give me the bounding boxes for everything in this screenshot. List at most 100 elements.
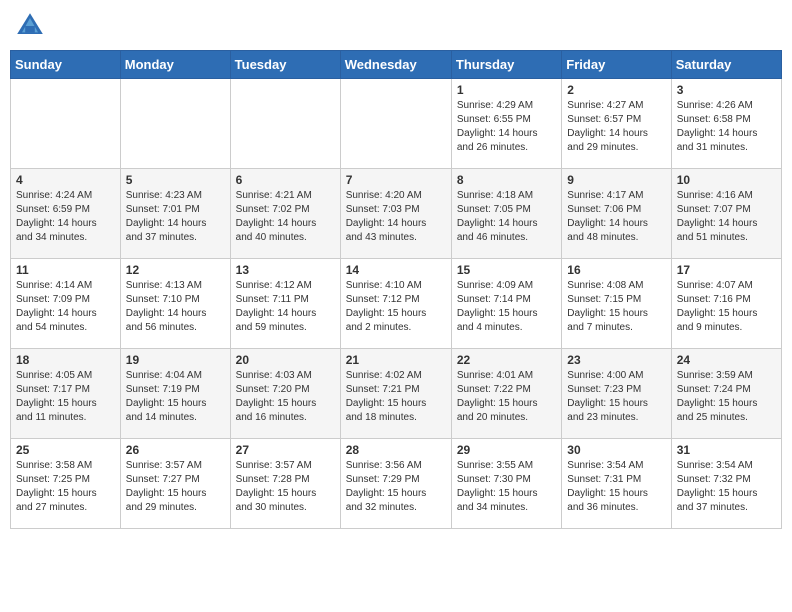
day-cell-8: 8 Sunrise: 4:18 AM Sunset: 7:05 PM Daylig… <box>451 169 561 259</box>
day-number: 22 <box>457 353 556 367</box>
day-number: 24 <box>677 353 776 367</box>
day-info: Sunrise: 4:03 AM Sunset: 7:20 PM Dayligh… <box>236 369 335 425</box>
day-number: 26 <box>126 443 225 457</box>
week-row-5: 25 Sunrise: 3:58 AM Sunset: 7:25 PM Dayli… <box>11 439 782 529</box>
day-info: Sunrise: 4:10 AM Sunset: 7:12 PM Dayligh… <box>346 279 446 335</box>
empty-cell <box>120 79 230 169</box>
day-info: Sunrise: 3:54 AM Sunset: 7:32 PM Dayligh… <box>677 459 776 515</box>
empty-cell <box>230 79 340 169</box>
day-info: Sunrise: 4:04 AM Sunset: 7:19 PM Dayligh… <box>126 369 225 425</box>
day-number: 14 <box>346 263 446 277</box>
day-number: 8 <box>457 173 556 187</box>
day-cell-25: 25 Sunrise: 3:58 AM Sunset: 7:25 PM Dayli… <box>11 439 121 529</box>
day-info: Sunrise: 4:02 AM Sunset: 7:21 PM Dayligh… <box>346 369 446 425</box>
empty-cell <box>11 79 121 169</box>
day-cell-28: 28 Sunrise: 3:56 AM Sunset: 7:29 PM Dayli… <box>340 439 451 529</box>
day-number: 5 <box>126 173 225 187</box>
logo-icon <box>14 10 46 42</box>
day-cell-30: 30 Sunrise: 3:54 AM Sunset: 7:31 PM Dayli… <box>562 439 671 529</box>
day-cell-24: 24 Sunrise: 3:59 AM Sunset: 7:24 PM Dayli… <box>671 349 781 439</box>
day-number: 4 <box>16 173 115 187</box>
day-number: 29 <box>457 443 556 457</box>
day-number: 25 <box>16 443 115 457</box>
weekday-header-tuesday: Tuesday <box>230 51 340 79</box>
day-info: Sunrise: 4:29 AM Sunset: 6:55 PM Dayligh… <box>457 99 556 155</box>
day-info: Sunrise: 3:57 AM Sunset: 7:28 PM Dayligh… <box>236 459 335 515</box>
day-cell-31: 31 Sunrise: 3:54 AM Sunset: 7:32 PM Dayli… <box>671 439 781 529</box>
header <box>10 10 782 42</box>
day-cell-13: 13 Sunrise: 4:12 AM Sunset: 7:11 PM Dayli… <box>230 259 340 349</box>
day-info: Sunrise: 4:14 AM Sunset: 7:09 PM Dayligh… <box>16 279 115 335</box>
day-info: Sunrise: 4:08 AM Sunset: 7:15 PM Dayligh… <box>567 279 665 335</box>
day-cell-21: 21 Sunrise: 4:02 AM Sunset: 7:21 PM Dayli… <box>340 349 451 439</box>
day-number: 6 <box>236 173 335 187</box>
day-info: Sunrise: 3:56 AM Sunset: 7:29 PM Dayligh… <box>346 459 446 515</box>
day-cell-5: 5 Sunrise: 4:23 AM Sunset: 7:01 PM Daylig… <box>120 169 230 259</box>
day-number: 13 <box>236 263 335 277</box>
day-info: Sunrise: 4:07 AM Sunset: 7:16 PM Dayligh… <box>677 279 776 335</box>
day-info: Sunrise: 4:12 AM Sunset: 7:11 PM Dayligh… <box>236 279 335 335</box>
day-info: Sunrise: 4:21 AM Sunset: 7:02 PM Dayligh… <box>236 189 335 245</box>
day-number: 10 <box>677 173 776 187</box>
day-cell-27: 27 Sunrise: 3:57 AM Sunset: 7:28 PM Dayli… <box>230 439 340 529</box>
day-info: Sunrise: 4:05 AM Sunset: 7:17 PM Dayligh… <box>16 369 115 425</box>
day-info: Sunrise: 4:23 AM Sunset: 7:01 PM Dayligh… <box>126 189 225 245</box>
day-cell-9: 9 Sunrise: 4:17 AM Sunset: 7:06 PM Daylig… <box>562 169 671 259</box>
weekday-header-thursday: Thursday <box>451 51 561 79</box>
empty-cell <box>340 79 451 169</box>
day-number: 19 <box>126 353 225 367</box>
day-info: Sunrise: 4:24 AM Sunset: 6:59 PM Dayligh… <box>16 189 115 245</box>
day-cell-10: 10 Sunrise: 4:16 AM Sunset: 7:07 PM Dayli… <box>671 169 781 259</box>
day-info: Sunrise: 4:27 AM Sunset: 6:57 PM Dayligh… <box>567 99 665 155</box>
day-number: 17 <box>677 263 776 277</box>
day-cell-19: 19 Sunrise: 4:04 AM Sunset: 7:19 PM Dayli… <box>120 349 230 439</box>
day-number: 16 <box>567 263 665 277</box>
day-info: Sunrise: 4:16 AM Sunset: 7:07 PM Dayligh… <box>677 189 776 245</box>
weekday-header-monday: Monday <box>120 51 230 79</box>
day-info: Sunrise: 3:58 AM Sunset: 7:25 PM Dayligh… <box>16 459 115 515</box>
day-number: 2 <box>567 83 665 97</box>
day-cell-3: 3 Sunrise: 4:26 AM Sunset: 6:58 PM Daylig… <box>671 79 781 169</box>
day-number: 12 <box>126 263 225 277</box>
weekday-header-sunday: Sunday <box>11 51 121 79</box>
day-cell-4: 4 Sunrise: 4:24 AM Sunset: 6:59 PM Daylig… <box>11 169 121 259</box>
day-number: 31 <box>677 443 776 457</box>
weekday-header-saturday: Saturday <box>671 51 781 79</box>
day-number: 11 <box>16 263 115 277</box>
week-row-1: 1 Sunrise: 4:29 AM Sunset: 6:55 PM Daylig… <box>11 79 782 169</box>
day-info: Sunrise: 3:54 AM Sunset: 7:31 PM Dayligh… <box>567 459 665 515</box>
day-info: Sunrise: 4:26 AM Sunset: 6:58 PM Dayligh… <box>677 99 776 155</box>
day-info: Sunrise: 4:17 AM Sunset: 7:06 PM Dayligh… <box>567 189 665 245</box>
day-cell-1: 1 Sunrise: 4:29 AM Sunset: 6:55 PM Daylig… <box>451 79 561 169</box>
day-info: Sunrise: 4:01 AM Sunset: 7:22 PM Dayligh… <box>457 369 556 425</box>
day-info: Sunrise: 3:57 AM Sunset: 7:27 PM Dayligh… <box>126 459 225 515</box>
day-number: 7 <box>346 173 446 187</box>
week-row-4: 18 Sunrise: 4:05 AM Sunset: 7:17 PM Dayli… <box>11 349 782 439</box>
day-number: 15 <box>457 263 556 277</box>
weekday-header-friday: Friday <box>562 51 671 79</box>
day-number: 18 <box>16 353 115 367</box>
calendar: SundayMondayTuesdayWednesdayThursdayFrid… <box>10 50 782 529</box>
day-number: 9 <box>567 173 665 187</box>
day-cell-7: 7 Sunrise: 4:20 AM Sunset: 7:03 PM Daylig… <box>340 169 451 259</box>
day-cell-26: 26 Sunrise: 3:57 AM Sunset: 7:27 PM Dayli… <box>120 439 230 529</box>
day-number: 21 <box>346 353 446 367</box>
week-row-2: 4 Sunrise: 4:24 AM Sunset: 6:59 PM Daylig… <box>11 169 782 259</box>
week-row-3: 11 Sunrise: 4:14 AM Sunset: 7:09 PM Dayli… <box>11 259 782 349</box>
day-number: 28 <box>346 443 446 457</box>
day-info: Sunrise: 4:18 AM Sunset: 7:05 PM Dayligh… <box>457 189 556 245</box>
day-number: 3 <box>677 83 776 97</box>
day-cell-6: 6 Sunrise: 4:21 AM Sunset: 7:02 PM Daylig… <box>230 169 340 259</box>
weekday-header-wednesday: Wednesday <box>340 51 451 79</box>
day-number: 1 <box>457 83 556 97</box>
day-number: 27 <box>236 443 335 457</box>
day-info: Sunrise: 4:20 AM Sunset: 7:03 PM Dayligh… <box>346 189 446 245</box>
day-info: Sunrise: 4:09 AM Sunset: 7:14 PM Dayligh… <box>457 279 556 335</box>
day-info: Sunrise: 3:59 AM Sunset: 7:24 PM Dayligh… <box>677 369 776 425</box>
day-cell-2: 2 Sunrise: 4:27 AM Sunset: 6:57 PM Daylig… <box>562 79 671 169</box>
day-info: Sunrise: 3:55 AM Sunset: 7:30 PM Dayligh… <box>457 459 556 515</box>
day-number: 23 <box>567 353 665 367</box>
day-number: 30 <box>567 443 665 457</box>
logo <box>14 10 50 42</box>
day-cell-23: 23Sunrise: 4:00 AM Sunset: 7:23 PM Dayli… <box>562 349 671 439</box>
